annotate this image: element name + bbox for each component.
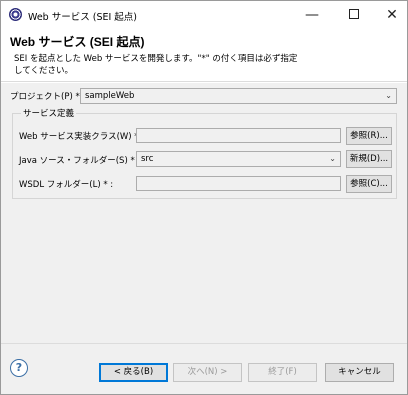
finish-button[interactable]: 終了(F)	[248, 363, 317, 382]
browse-impl-class-button[interactable]: 参照(R)...	[346, 127, 392, 145]
chevron-down-icon: ⌄	[329, 154, 336, 163]
wizard-header: Web サービス (SEI 起点) SEI を起点とした Web サービスを開発…	[1, 29, 407, 82]
wizard-body: プロジェクト(P) * : sampleWeb ⌄ サービス定義 Web サービ…	[1, 83, 407, 343]
wsdl-folder-field[interactable]	[136, 176, 341, 191]
maximize-icon	[349, 9, 359, 19]
dialog-window: Web サービス (SEI 起点) — ✕ Web サービス (SEI 起点) …	[0, 0, 408, 395]
project-label: プロジェクト(P) * :	[10, 92, 86, 102]
page-title: Web サービス (SEI 起点)	[10, 35, 145, 49]
help-icon[interactable]: ?	[10, 359, 28, 377]
minimize-button[interactable]: —	[297, 5, 327, 25]
chevron-down-icon: ⌄	[385, 91, 392, 100]
project-value: sampleWeb	[85, 91, 135, 101]
title-bar: Web サービス (SEI 起点) — ✕	[1, 1, 407, 29]
wsdl-folder-label: WSDL フォルダー(L) * :	[19, 180, 114, 190]
close-button[interactable]: ✕	[377, 5, 407, 25]
service-definition-group: サービス定義 Web サービス実装クラス(W) * : 参照(R)... Jav…	[12, 107, 397, 199]
wizard-footer: ? < 戻る(B) 次へ(N) > 終了(F) キャンセル	[1, 343, 407, 394]
cancel-button[interactable]: キャンセル	[325, 363, 394, 382]
browse-wsdl-folder-button[interactable]: 参照(C)...	[346, 175, 392, 193]
impl-class-field[interactable]	[136, 128, 341, 143]
project-combo[interactable]: sampleWeb ⌄	[80, 88, 397, 104]
maximize-button[interactable]	[339, 5, 369, 25]
source-folder-combo[interactable]: src ⌄	[136, 151, 341, 167]
page-description: SEI を起点とした Web サービスを開発します。"*" の付く項目は必ず指定…	[14, 54, 298, 76]
next-button[interactable]: 次へ(N) >	[173, 363, 242, 382]
source-folder-value: src	[141, 154, 154, 164]
back-button[interactable]: < 戻る(B)	[99, 363, 168, 382]
window-title: Web サービス (SEI 起点)	[28, 12, 138, 23]
eclipse-icon	[9, 8, 22, 21]
new-folder-button[interactable]: 新規(D)...	[346, 150, 392, 168]
group-title: サービス定義	[21, 107, 77, 119]
impl-class-label: Web サービス実装クラス(W) * :	[19, 132, 145, 142]
source-folder-label: Java ソース・フォルダー(S) * :	[19, 156, 141, 166]
